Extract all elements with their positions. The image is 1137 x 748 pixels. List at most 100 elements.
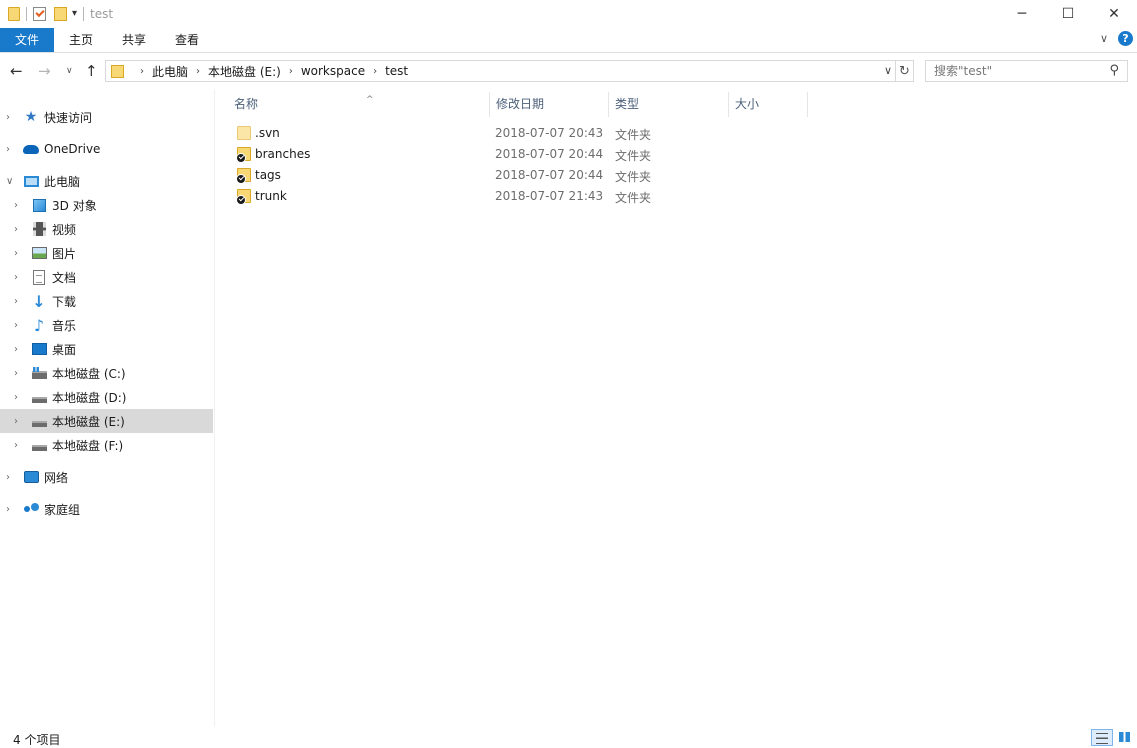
expand-chevron-icon[interactable]: › [14,368,18,379]
sidebar-item-label: 本地磁盘 (E:) [52,414,125,429]
properties-icon[interactable] [33,7,46,21]
breadcrumb-separator[interactable]: › [373,66,377,77]
recent-locations-button[interactable]: ∨ [66,62,73,80]
sidebar-item-desktop[interactable]: › 桌面 [0,337,213,361]
table-row[interactable]: tags 2018-07-07 20:44 文件夹 [232,165,792,186]
sidebar-item-music[interactable]: › ♪ 音乐 [0,313,213,337]
navigation-pane: › ★ 快速访问 › OneDrive ∨ 此电脑 › 3D 对象 › 视频 ›… [0,89,215,727]
expand-chevron-icon[interactable]: › [14,320,18,331]
address-history-dropdown[interactable]: ∨ [884,64,892,77]
new-folder-icon[interactable] [54,7,67,21]
column-header-name[interactable]: 名称 ^ [228,92,488,117]
customize-toolbar-dropdown[interactable]: ▾ [72,7,77,21]
sidebar-item-drive-f[interactable]: › 本地磁盘 (F:) [0,433,213,457]
address-bar[interactable]: › 此电脑 › 本地磁盘 (E:) › workspace › test ∨ [105,60,896,82]
tab-file[interactable]: 文件 [0,28,54,52]
maximize-button[interactable]: ☐ [1045,0,1091,27]
back-button[interactable]: ← [10,62,23,80]
sidebar-item-network[interactable]: › 网络 [0,465,213,489]
file-name: .svn [255,126,280,140]
sidebar-item-homegroup[interactable]: › 家庭组 [0,497,213,521]
forward-button[interactable]: → [38,62,51,80]
sidebar-item-label: 本地磁盘 (D:) [52,390,127,405]
column-header-modified[interactable]: 修改日期 [489,92,609,117]
title-bar: ▾ test ─ ☐ ✕ [0,0,1137,27]
sidebar-item-quick-access[interactable]: › ★ 快速访问 [0,105,213,129]
window-controls: ─ ☐ ✕ [999,0,1137,27]
sidebar-item-label: 视频 [52,222,77,237]
folder-icon [237,126,251,140]
expand-chevron-icon[interactable]: › [14,224,18,235]
table-row[interactable]: trunk 2018-07-07 21:43 文件夹 [232,186,792,207]
up-button[interactable]: ↑ [85,62,98,80]
breadcrumb-test[interactable]: test [385,64,408,78]
expand-chevron-icon[interactable]: › [14,272,18,283]
file-modified: 2018-07-07 20:43 [495,126,604,140]
file-type: 文件夹 [615,128,652,142]
column-header-size[interactable]: 大小 [728,92,808,117]
table-row[interactable]: branches 2018-07-07 20:44 文件夹 [232,144,792,165]
computer-icon [23,173,39,189]
tab-share[interactable]: 共享 [108,28,160,52]
file-modified: 2018-07-07 20:44 [495,168,604,182]
expand-chevron-icon[interactable]: › [6,112,10,123]
expand-chevron-icon[interactable]: › [14,392,18,403]
file-list-pane: 名称 ^ 修改日期 类型 大小 .svn 2018-07-07 20:43 文件… [216,89,1137,727]
expand-chevron-icon[interactable]: › [14,440,18,451]
minimize-button[interactable]: ─ [999,0,1045,27]
item-count: 4 个项目 [13,733,61,747]
sidebar-item-onedrive[interactable]: › OneDrive [0,137,213,161]
collapse-chevron-icon[interactable]: ∨ [6,176,13,187]
sidebar-item-3d-objects[interactable]: › 3D 对象 [0,193,213,217]
sidebar-item-label: 快速访问 [44,110,93,125]
breadcrumb-drive-e[interactable]: 本地磁盘 (E:) [208,63,281,80]
pictures-icon [31,245,47,261]
expand-ribbon-button[interactable]: ∨ [1100,32,1108,45]
help-icon[interactable]: ? [1118,31,1133,46]
documents-icon [31,269,47,285]
folder-icon [236,147,251,163]
drive-icon [31,389,47,405]
sidebar-item-downloads[interactable]: › ↓ 下载 [0,289,213,313]
column-header-type[interactable]: 类型 [608,92,729,117]
expand-chevron-icon[interactable]: › [14,344,18,355]
sidebar-item-documents[interactable]: › 文档 [0,265,213,289]
star-icon: ★ [24,109,38,125]
tab-view[interactable]: 查看 [160,28,214,52]
ribbon-controls: ∨ ? [1100,31,1133,46]
search-icon[interactable]: ⚲ [1109,63,1119,78]
expand-chevron-icon[interactable]: › [14,416,18,427]
tab-home[interactable]: 主页 [54,28,108,52]
close-button[interactable]: ✕ [1091,0,1137,27]
expand-chevron-icon[interactable]: › [6,144,10,155]
breadcrumb-this-pc[interactable]: 此电脑 [152,63,188,80]
table-row[interactable]: .svn 2018-07-07 20:43 文件夹 [232,123,792,144]
expand-chevron-icon[interactable]: › [14,296,18,307]
breadcrumb-separator[interactable]: › [196,66,200,77]
sidebar-item-videos[interactable]: › 视频 [0,217,213,241]
expand-chevron-icon[interactable]: › [6,472,10,483]
breadcrumb-separator[interactable]: › [140,66,144,77]
details-view-icon[interactable] [1091,729,1113,746]
sidebar-item-drive-c[interactable]: › 本地磁盘 (C:) [0,361,213,385]
large-icons-view-icon[interactable] [1116,729,1134,746]
svn-status-icon [236,153,246,163]
sidebar-item-label: 3D 对象 [52,198,97,213]
sidebar-item-drive-e[interactable]: › 本地磁盘 (E:) [0,409,213,433]
expand-chevron-icon[interactable]: › [6,504,10,515]
expand-chevron-icon[interactable]: › [14,200,18,211]
expand-chevron-icon[interactable]: › [14,248,18,259]
sidebar-item-pictures[interactable]: › 图片 [0,241,213,265]
breadcrumb-workspace[interactable]: workspace [301,64,365,78]
download-icon: ↓ [32,291,46,311]
svn-status-icon [236,174,246,184]
column-header-label: 类型 [615,97,640,111]
sidebar-item-drive-d[interactable]: › 本地磁盘 (D:) [0,385,213,409]
search-input[interactable] [926,61,1101,81]
sidebar-item-this-pc[interactable]: ∨ 此电脑 [0,169,213,193]
refresh-button[interactable]: ↻ [896,60,914,82]
file-name: tags [255,168,281,182]
breadcrumb-separator[interactable]: › [289,66,293,77]
svn-status-icon [236,195,246,205]
sort-ascending-icon: ^ [366,95,374,105]
